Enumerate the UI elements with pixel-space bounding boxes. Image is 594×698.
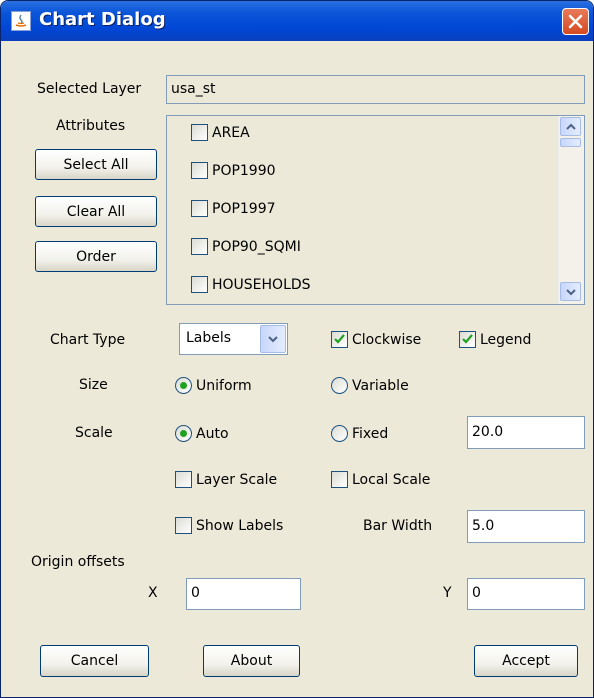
fixed-radio[interactable]: Fixed — [331, 425, 388, 442]
scroll-down-button[interactable] — [560, 282, 581, 301]
check-icon — [462, 334, 473, 344]
cancel-button[interactable]: Cancel — [40, 645, 149, 677]
checkbox[interactable] — [191, 276, 208, 293]
about-button[interactable]: About — [203, 645, 300, 677]
checkbox[interactable] — [175, 517, 192, 534]
checkbox[interactable] — [331, 471, 348, 488]
bar-width-label: Bar Width — [363, 518, 433, 534]
checkbox[interactable] — [191, 124, 208, 141]
list-item-label: HOUSEHOLDS — [212, 276, 311, 293]
scroll-thumb[interactable] — [560, 138, 581, 147]
auto-radio[interactable]: Auto — [175, 425, 229, 442]
y-offset-label: Y — [443, 585, 452, 601]
title-bar[interactable]: Chart Dialog — [1, 1, 593, 41]
attributes-list[interactable]: AREA POP1990 POP1997 POP90_SQMI HOUSEHOL… — [166, 115, 585, 305]
list-item-label: AREA — [212, 124, 250, 141]
radio-selected-dot — [180, 430, 187, 437]
chevron-down-icon — [566, 289, 576, 296]
list-item-label: POP90_SQMI — [212, 238, 301, 255]
order-button[interactable]: Order — [35, 241, 157, 272]
checkbox[interactable] — [191, 200, 208, 217]
bar-width-input[interactable]: 5.0 — [467, 510, 585, 543]
layer-scale-label: Layer Scale — [196, 471, 278, 488]
selected-layer-label: Selected Layer — [37, 81, 142, 97]
variable-radio[interactable]: Variable — [331, 377, 409, 394]
list-item[interactable]: POP1990 — [191, 162, 276, 179]
legend-checkbox[interactable]: Legend — [459, 331, 531, 348]
radio-button[interactable] — [175, 377, 192, 394]
checkbox[interactable] — [331, 331, 348, 348]
accept-button[interactable]: Accept — [474, 645, 578, 677]
checkbox[interactable] — [191, 162, 208, 179]
auto-label: Auto — [196, 425, 229, 442]
chart-type-label: Chart Type — [50, 332, 126, 348]
attributes-scrollbar[interactable] — [558, 116, 584, 304]
y-offset-input[interactable]: 0 — [467, 578, 585, 610]
radio-button[interactable] — [175, 425, 192, 442]
variable-label: Variable — [352, 377, 409, 394]
window-title: Chart Dialog — [39, 9, 166, 30]
uniform-label: Uniform — [196, 377, 252, 394]
list-item[interactable]: POP1997 — [191, 200, 276, 217]
check-icon — [334, 334, 345, 344]
chevron-down-icon — [268, 336, 278, 343]
java-app-icon — [11, 11, 31, 31]
clockwise-label: Clockwise — [352, 331, 422, 348]
checkbox[interactable] — [175, 471, 192, 488]
attributes-label: Attributes — [56, 118, 126, 134]
selected-layer-field: usa_st — [166, 75, 585, 104]
show-labels-label: Show Labels — [196, 517, 284, 534]
scroll-up-button[interactable] — [560, 117, 581, 136]
dialog-body: Selected Layer usa_st Attributes Select … — [5, 41, 589, 695]
x-offset-input[interactable]: 0 — [186, 578, 301, 610]
clockwise-checkbox[interactable]: Clockwise — [331, 331, 421, 348]
list-item[interactable]: POP90_SQMI — [191, 238, 301, 255]
list-item-label: POP1997 — [212, 200, 276, 217]
fixed-label: Fixed — [352, 425, 389, 442]
chart-type-dropdown-button[interactable] — [260, 325, 286, 353]
radio-button[interactable] — [331, 425, 348, 442]
scale-label: Scale — [75, 425, 113, 441]
list-item-label: POP1990 — [212, 162, 276, 179]
uniform-radio[interactable]: Uniform — [175, 377, 252, 394]
chart-type-value: Labels — [186, 330, 232, 346]
local-scale-label: Local Scale — [352, 471, 431, 488]
checkbox[interactable] — [459, 331, 476, 348]
fixed-scale-input[interactable]: 20.0 — [467, 416, 585, 449]
close-button[interactable] — [562, 8, 589, 35]
x-offset-label: X — [148, 585, 158, 601]
chart-dialog-window: Chart Dialog Selected Layer usa_st Attri… — [0, 0, 594, 698]
close-icon — [568, 14, 583, 29]
radio-button[interactable] — [331, 377, 348, 394]
size-label: Size — [79, 377, 108, 393]
select-all-button[interactable]: Select All — [35, 149, 157, 180]
radio-selected-dot — [180, 382, 187, 389]
clear-all-button[interactable]: Clear All — [35, 196, 157, 227]
layer-scale-checkbox[interactable]: Layer Scale — [175, 471, 277, 488]
checkbox[interactable] — [191, 238, 208, 255]
local-scale-checkbox[interactable]: Local Scale — [331, 471, 430, 488]
list-item[interactable]: HOUSEHOLDS — [191, 276, 311, 293]
legend-label: Legend — [480, 331, 532, 348]
chevron-up-icon — [566, 123, 576, 130]
chart-type-select[interactable]: Labels — [179, 323, 288, 355]
list-item[interactable]: AREA — [191, 124, 250, 141]
show-labels-checkbox[interactable]: Show Labels — [175, 517, 283, 534]
origin-offsets-label: Origin offsets — [31, 554, 125, 570]
